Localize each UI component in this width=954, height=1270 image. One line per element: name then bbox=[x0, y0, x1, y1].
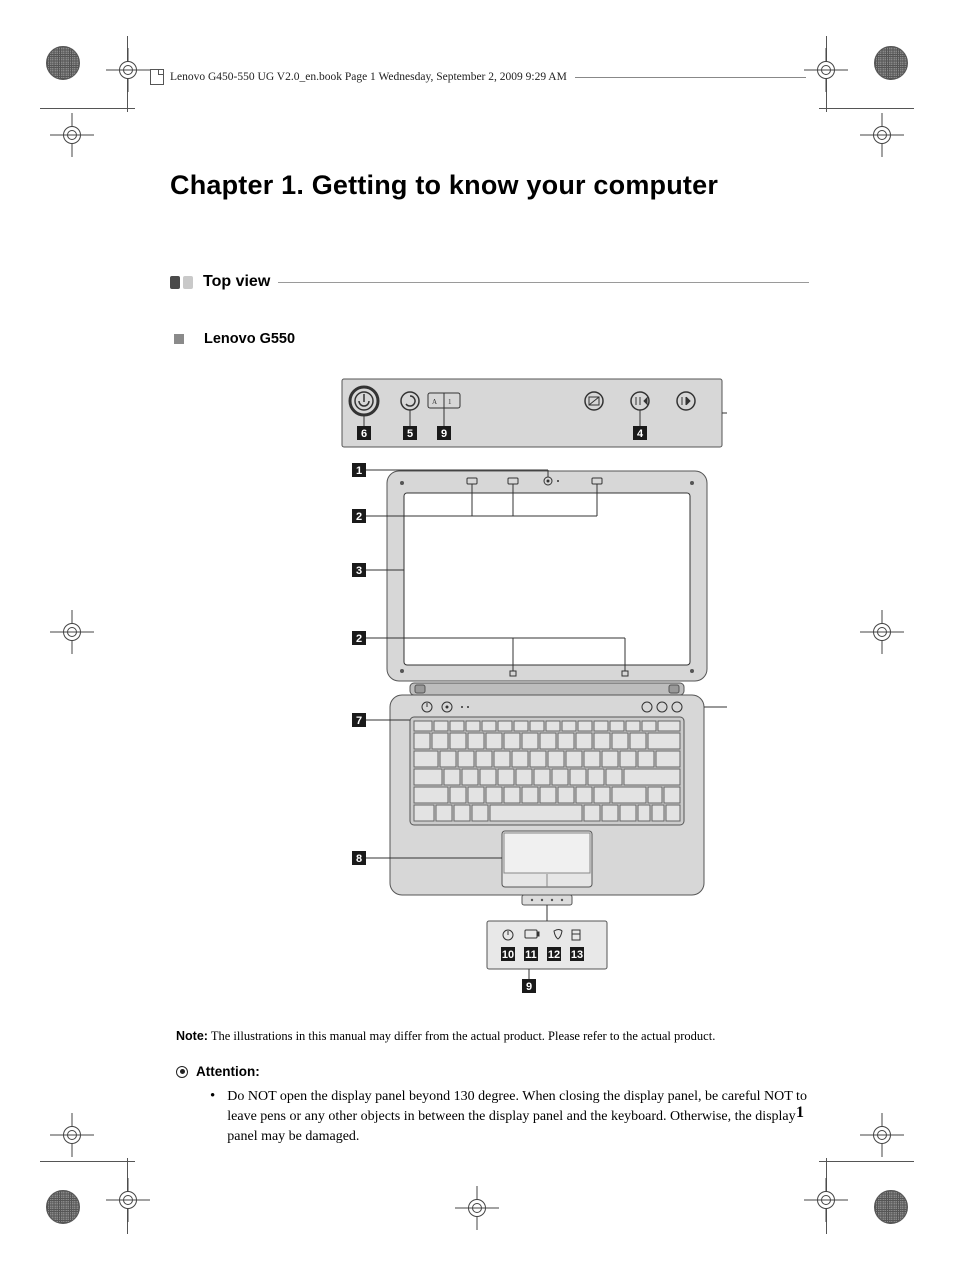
section-heading: Top view bbox=[170, 273, 809, 291]
registration-cross-icon bbox=[804, 48, 848, 92]
registration-cross-icon bbox=[860, 1113, 904, 1157]
svg-text:9: 9 bbox=[526, 981, 532, 993]
svg-text:11: 11 bbox=[525, 949, 537, 961]
registration-cross-icon bbox=[860, 610, 904, 654]
registration-cross-icon bbox=[50, 610, 94, 654]
svg-text:3: 3 bbox=[356, 565, 362, 577]
note-paragraph: Note: The illustrations in this manual m… bbox=[176, 1029, 809, 1044]
running-header-text: Lenovo G450-550 UG V2.0_en.book Page 1 W… bbox=[170, 71, 567, 83]
attention-icon bbox=[176, 1066, 188, 1078]
crop-line bbox=[819, 1161, 914, 1162]
registration-cross-icon bbox=[50, 1113, 94, 1157]
registration-cross-icon bbox=[106, 48, 150, 92]
section-bullet-icon bbox=[170, 276, 193, 289]
attention-heading: Attention: bbox=[176, 1064, 809, 1079]
subsection-heading: Lenovo G550 bbox=[170, 331, 809, 347]
registration-cross-icon bbox=[860, 113, 904, 157]
svg-text:2: 2 bbox=[356, 633, 362, 645]
svg-text:5: 5 bbox=[407, 428, 413, 440]
svg-text:12: 12 bbox=[548, 949, 560, 961]
registration-cross-icon bbox=[455, 1186, 499, 1230]
crop-mark-icon bbox=[46, 1190, 80, 1224]
svg-text:A: A bbox=[432, 398, 437, 406]
crop-line bbox=[40, 108, 135, 109]
svg-text:10: 10 bbox=[502, 949, 514, 961]
attention-label: Attention: bbox=[196, 1064, 260, 1079]
section-title: Top view bbox=[203, 273, 270, 291]
note-text: The illustrations in this manual may dif… bbox=[211, 1029, 715, 1043]
registration-cross-icon bbox=[50, 113, 94, 157]
crop-mark-icon bbox=[874, 1190, 908, 1224]
svg-text:7: 7 bbox=[356, 715, 362, 727]
svg-text:9: 9 bbox=[441, 428, 447, 440]
svg-text:1: 1 bbox=[448, 398, 452, 406]
product-diagram: A 1 6 5 9 4 bbox=[252, 371, 727, 1011]
svg-text:4: 4 bbox=[637, 428, 644, 440]
page-icon bbox=[150, 69, 164, 85]
subsection-title: Lenovo G550 bbox=[204, 331, 295, 347]
svg-text:8: 8 bbox=[356, 853, 362, 865]
crop-mark-icon bbox=[46, 46, 80, 80]
attention-bullet: • Do NOT open the display panel beyond 1… bbox=[210, 1087, 809, 1147]
svg-text:2: 2 bbox=[356, 511, 362, 523]
crop-line bbox=[819, 108, 914, 109]
svg-text:1: 1 bbox=[356, 465, 362, 477]
bullet-dot-icon: • bbox=[210, 1087, 215, 1147]
registration-cross-icon bbox=[804, 1178, 848, 1222]
subsection-bullet-icon bbox=[174, 334, 184, 344]
crop-mark-icon bbox=[874, 46, 908, 80]
note-label: Note: bbox=[176, 1029, 208, 1043]
attention-bullet-text: Do NOT open the display panel beyond 130… bbox=[227, 1087, 809, 1147]
crop-line bbox=[40, 1161, 135, 1162]
running-header: Lenovo G450-550 UG V2.0_en.book Page 1 W… bbox=[150, 68, 806, 86]
svg-text:6: 6 bbox=[361, 428, 367, 440]
page-number: 1 bbox=[796, 1104, 804, 1122]
svg-text:13: 13 bbox=[571, 949, 583, 961]
chapter-title: Chapter 1. Getting to know your computer bbox=[170, 170, 809, 201]
registration-cross-icon bbox=[106, 1178, 150, 1222]
